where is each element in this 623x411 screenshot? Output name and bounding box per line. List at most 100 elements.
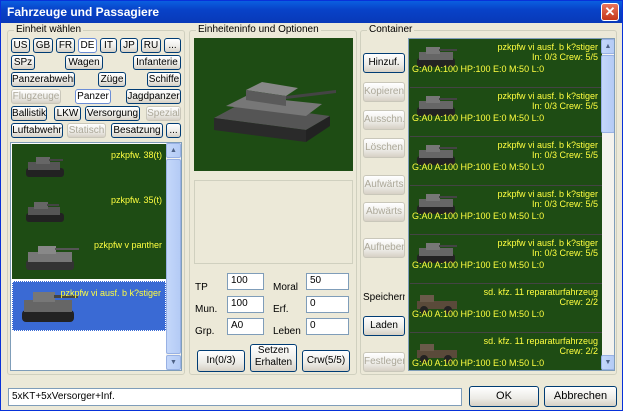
list-item[interactable]: pzkpfw vi ausf. b k?stiger In: 0/3 Crew:… <box>410 187 602 235</box>
cancel-button[interactable]: Abbrechen <box>544 386 617 407</box>
list-item[interactable]: sd. kfz. 11 reparaturfahrzeug Crew: 2/2 … <box>410 285 602 333</box>
category-panzerabwehr-button[interactable]: Panzerabwehr <box>11 72 75 87</box>
category-spezial-button[interactable]: Spezial <box>146 106 181 121</box>
leben-field[interactable]: 0 <box>306 318 349 335</box>
category-panzer-button[interactable]: Panzer <box>75 89 111 104</box>
container-item-name: pzkpfw vi ausf. b k?stiger <box>497 140 598 150</box>
set-keep-button[interactable]: Setzen Erhalten <box>250 344 297 372</box>
container-item-stats: G:A0 A:100 HP:100 E:0 M:50 L:0 <box>412 64 545 74</box>
passengers-in-button[interactable]: In(0/3) <box>197 350 245 372</box>
list-item[interactable]: pzkpfw vi ausf. b k?stiger In: 0/3 Crew:… <box>410 40 602 88</box>
scroll-up-icon[interactable]: ▲ <box>601 39 614 54</box>
move-down-button[interactable]: Abwärts <box>363 202 405 222</box>
moral-label: Moral <box>273 282 299 293</box>
moral-field[interactable]: 50 <box>306 273 349 290</box>
tank-icon <box>214 82 336 142</box>
container-item-stats: G:A0 A:100 HP:100 E:0 M:50 L:0 <box>412 358 545 368</box>
container-list[interactable]: pzkpfw vi ausf. b k?stiger In: 0/3 Crew:… <box>408 38 615 371</box>
release-button[interactable]: Aufheben <box>363 238 405 258</box>
delete-button[interactable]: Löschen <box>363 138 405 158</box>
scroll-down-icon[interactable]: ▼ <box>166 355 181 370</box>
nation-de-button[interactable]: DE <box>78 38 97 53</box>
container-item-stats: G:A0 A:100 HP:100 E:0 M:50 L:0 <box>412 260 545 270</box>
category-besatzung-button[interactable]: Besatzung <box>111 123 163 138</box>
unit-description-panel <box>194 180 353 264</box>
list-item[interactable]: pzkpfw vi ausf. b k?stiger In: 0/3 Crew:… <box>410 138 602 186</box>
container-item-name: pzkpfw vi ausf. b k?stiger <box>497 238 598 248</box>
list-item[interactable]: pzkpfw v panther <box>12 234 166 279</box>
nation-ru-button[interactable]: RU <box>141 38 161 53</box>
crew-button[interactable]: Crw(5/5) <box>302 350 350 372</box>
container-list-scrollbar[interactable]: ▲ ▼ <box>601 39 614 370</box>
container-item-name: pzkpfw vi ausf. b k?stiger <box>497 189 598 199</box>
scroll-up-icon[interactable]: ▲ <box>166 143 181 158</box>
category-infanterie-button[interactable]: Infanterie <box>133 55 181 70</box>
unit-name: pzkpfw v panther <box>93 240 162 250</box>
copy-button[interactable]: Kopieren <box>363 82 405 102</box>
category-luftabwehr-button[interactable]: Luftabwehr <box>11 123 63 138</box>
apply-button[interactable]: Festlegen <box>363 352 405 372</box>
erf-field[interactable]: 0 <box>306 296 349 313</box>
unit-preview-image <box>194 38 353 171</box>
save-button[interactable]: Speichern <box>363 289 405 309</box>
nation-more-button[interactable]: ... <box>164 38 181 53</box>
nation-us-button[interactable]: US <box>11 38 30 53</box>
list-item[interactable]: pzkpfw vi ausf. b k?stiger In: 0/3 Crew:… <box>410 236 602 284</box>
category-statisch-button[interactable]: Statisch <box>67 123 106 138</box>
unit-select-label: Einheit wählen <box>14 24 84 35</box>
category-wagen-button[interactable]: Wagen <box>65 55 103 70</box>
category-flugzeuge-button[interactable]: Flugzeuge <box>11 89 61 104</box>
unit-name: pzkpfw vi ausf. b k?stiger <box>60 288 161 298</box>
nation-jp-button[interactable]: JP <box>120 38 138 53</box>
category-more-button[interactable]: ... <box>166 123 181 138</box>
list-item[interactable]: pzkpfw. 35(t) <box>12 189 166 234</box>
window-title: Fahrzeuge und Passagiere <box>7 5 160 19</box>
unit-list[interactable]: pzkpfw. 38(t) pzkpfw. 35(t) pzkpfw v pan… <box>10 142 182 371</box>
container-item-crew: Crew: 2/2 <box>559 346 598 356</box>
category-jagdpanzer-button[interactable]: Jagdpanzer <box>126 89 181 104</box>
mun-field[interactable]: 100 <box>227 296 264 313</box>
unit-list-scrollbar[interactable]: ▲ ▼ <box>166 143 181 370</box>
list-item[interactable]: pzkpfw. 38(t) <box>12 144 166 189</box>
category-schiffe-button[interactable]: Schiffe <box>147 72 181 87</box>
category-spz-button[interactable]: SPz <box>11 55 35 70</box>
summary-field[interactable]: 5xKT+5xVersorger+Inf. <box>8 388 462 406</box>
mun-label: Mun. <box>195 304 218 315</box>
leben-label: Leben <box>273 326 301 337</box>
container-item-stats: G:A0 A:100 HP:100 E:0 M:50 L:0 <box>412 162 545 172</box>
container-item-name: pzkpfw vi ausf. b k?stiger <box>497 91 598 101</box>
scroll-thumb[interactable] <box>166 159 181 354</box>
category-versorgung-button[interactable]: Versorgung <box>85 106 140 121</box>
list-item[interactable]: sd. kfz. 11 reparaturfahrzeug Crew: 2/2 … <box>410 334 602 370</box>
dialog-window: Fahrzeuge und Passagiere ✕ Einheit wähle… <box>0 0 623 411</box>
unit-name: pzkpfw. 38(t) <box>110 150 162 160</box>
nation-fr-button[interactable]: FR <box>56 38 75 53</box>
container-label: Container <box>367 24 415 35</box>
nation-it-button[interactable]: IT <box>100 38 117 53</box>
unit-info-label: Einheiteninfo und Optionen <box>196 24 321 35</box>
container-item-stats: G:A0 A:100 HP:100 E:0 M:50 L:0 <box>412 309 545 319</box>
category-ballistik-button[interactable]: Ballistik <box>11 106 47 121</box>
scroll-down-icon[interactable]: ▼ <box>601 355 614 370</box>
category-lkw-button[interactable]: LKW <box>54 106 81 121</box>
grp-field[interactable]: A0 <box>227 318 264 335</box>
scroll-thumb[interactable] <box>601 55 614 133</box>
load-button[interactable]: Laden <box>363 316 405 336</box>
tank-icon <box>26 157 64 177</box>
tp-field[interactable]: 100 <box>227 273 264 290</box>
container-item-stats: G:A0 A:100 HP:100 E:0 M:50 L:0 <box>412 211 545 221</box>
list-item[interactable]: pzkpfw vi ausf. b k?stiger <box>12 281 166 331</box>
close-button[interactable]: ✕ <box>601 3 619 21</box>
nation-gb-button[interactable]: GB <box>33 38 53 53</box>
ok-button[interactable]: OK <box>469 386 539 407</box>
category-zuege-button[interactable]: Züge <box>98 72 126 87</box>
tp-label: TP <box>195 282 208 293</box>
container-item-name: sd. kfz. 11 reparaturfahrzeug <box>483 287 598 297</box>
list-item[interactable]: pzkpfw vi ausf. b k?stiger In: 0/3 Crew:… <box>410 89 602 137</box>
title-bar: Fahrzeuge und Passagiere ✕ <box>1 1 622 23</box>
move-up-button[interactable]: Aufwärts <box>363 175 405 195</box>
container-item-stats: G:A0 A:100 HP:100 E:0 M:50 L:0 <box>412 113 545 123</box>
add-button[interactable]: Hinzuf. <box>363 53 405 73</box>
container-item-crew: In: 0/3 Crew: 5/5 <box>531 150 598 160</box>
cut-button[interactable]: Ausschn. <box>363 110 405 130</box>
